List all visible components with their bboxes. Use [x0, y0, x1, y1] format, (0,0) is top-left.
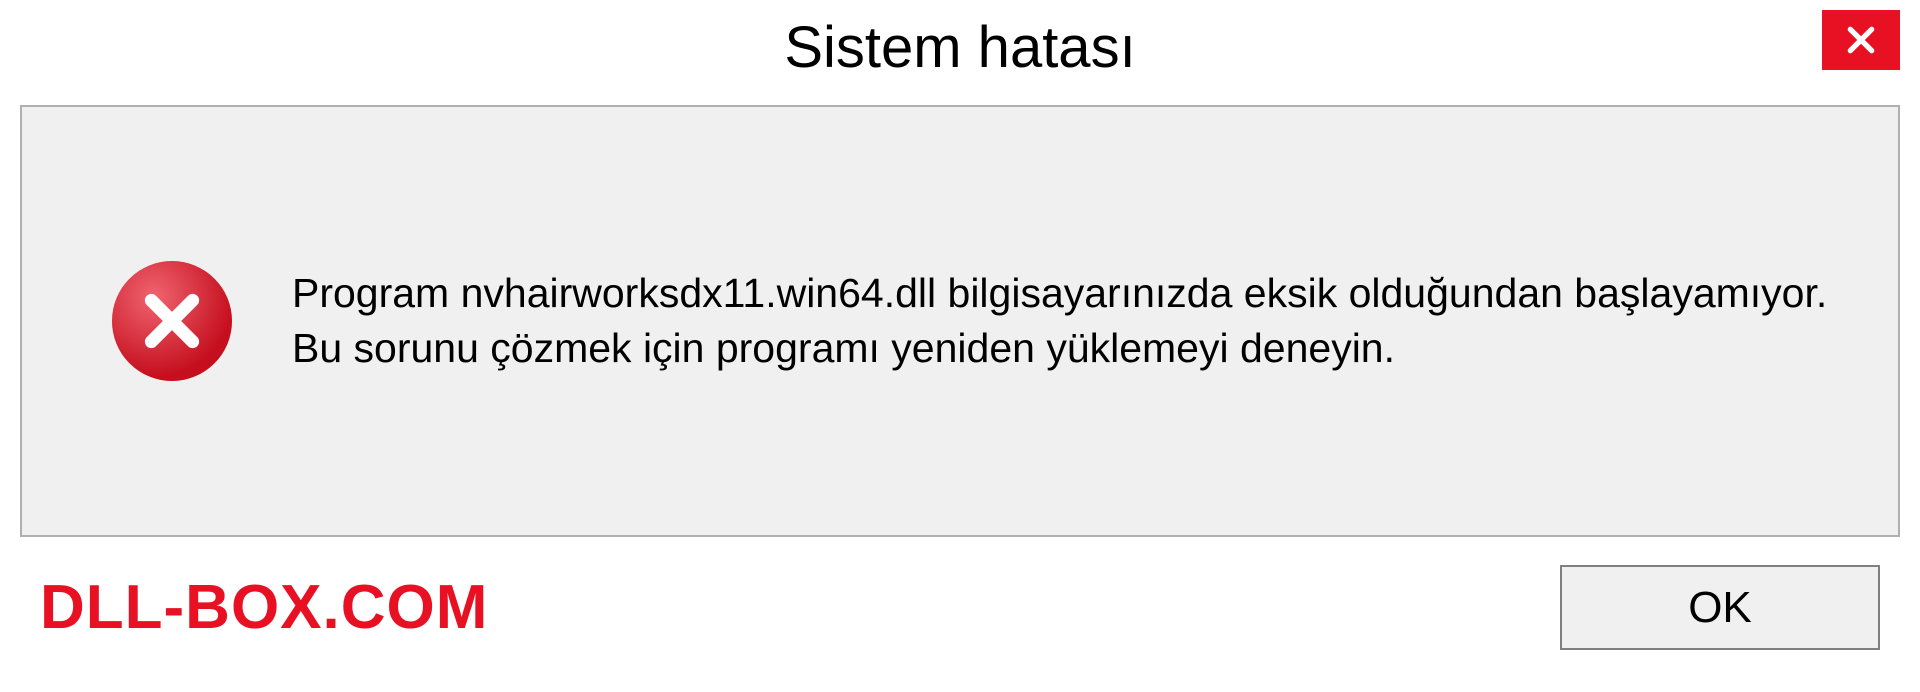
error-icon	[112, 261, 232, 381]
ok-button[interactable]: OK	[1560, 565, 1880, 650]
watermark-text: DLL-BOX.COM	[40, 572, 488, 643]
dialog-footer: DLL-BOX.COM OK	[0, 537, 1920, 650]
close-icon	[1845, 24, 1877, 56]
dialog-title: Sistem hatası	[784, 14, 1135, 81]
close-button[interactable]	[1822, 10, 1900, 70]
title-bar: Sistem hatası	[0, 0, 1920, 95]
dialog-message: Program nvhairworksdx11.win64.dll bilgis…	[292, 266, 1838, 377]
dialog-content: Program nvhairworksdx11.win64.dll bilgis…	[20, 105, 1900, 537]
